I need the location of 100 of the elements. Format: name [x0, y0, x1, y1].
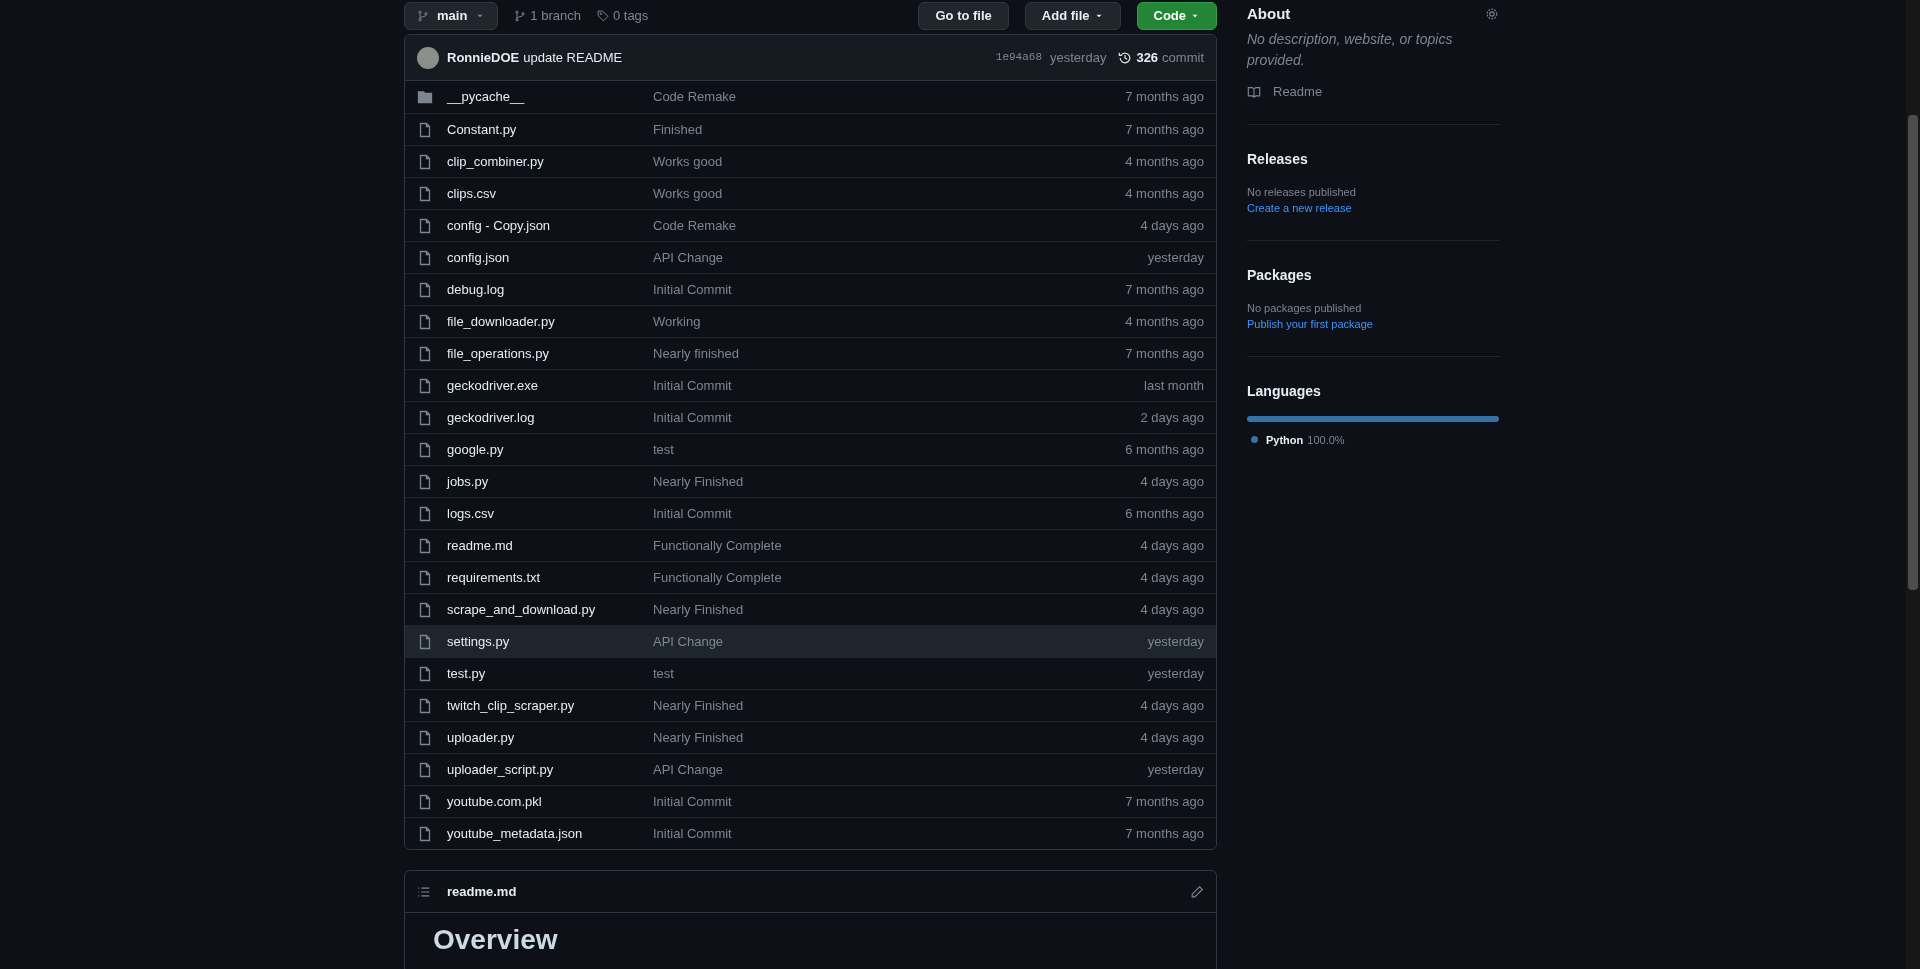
file-name-link[interactable]: geckodriver.log	[447, 409, 535, 425]
about-description: No description, website, or topics provided.	[1247, 30, 1454, 70]
file-name-link[interactable]: file_downloader.py	[447, 313, 555, 329]
file-name-link[interactable]: logs.csv	[447, 505, 494, 521]
code-button[interactable]: Code	[1136, 2, 1217, 30]
commit-time: 7 months ago	[1125, 824, 1204, 843]
commit-message-link[interactable]: Code Remake	[653, 217, 737, 233]
file-name-link[interactable]: debug.log	[447, 281, 505, 297]
readme-link[interactable]: Readme	[1247, 82, 1499, 102]
commit-time: yesterday	[1050, 48, 1107, 67]
commit-message-link[interactable]: Nearly Finished	[653, 729, 744, 745]
file-name-link[interactable]: settings.py	[447, 633, 510, 649]
commit-message-link[interactable]: Works good	[653, 153, 723, 169]
file-name-link[interactable]: uploader_script.py	[447, 761, 554, 777]
gear-icon	[1485, 7, 1499, 21]
file-name-link[interactable]: Constant.py	[447, 121, 517, 137]
commit-time: 4 months ago	[1125, 312, 1204, 331]
commit-message-link[interactable]: Initial Commit	[653, 825, 732, 841]
file-icon	[417, 313, 433, 330]
section-link[interactable]: Publish your first package	[1247, 315, 1499, 332]
commit-time: 7 months ago	[1125, 280, 1204, 299]
file-name-link[interactable]: uploader.py	[447, 729, 515, 745]
section-link[interactable]: Create a new release	[1247, 199, 1499, 216]
commit-message-link[interactable]: Initial Commit	[653, 281, 732, 297]
language-link[interactable]: Python 100.0%	[1266, 431, 1345, 448]
file-name-link[interactable]: test.py	[447, 665, 486, 681]
branch-button[interactable]: main	[404, 2, 499, 30]
go-to-file-button[interactable]: Go to file	[918, 2, 1009, 30]
commit-message-link[interactable]: Initial Commit	[653, 409, 732, 425]
commit-time: 4 months ago	[1125, 152, 1204, 171]
commit-message-link[interactable]: test	[653, 441, 674, 457]
commit-sha[interactable]: 1e94a68	[995, 49, 1043, 66]
section-note: No packages published	[1247, 300, 1363, 316]
commit-message-link[interactable]: API Change	[653, 633, 724, 649]
file-icon	[417, 601, 433, 618]
file-name-link[interactable]: requirements.txt	[447, 569, 541, 585]
file-name-link[interactable]: config.json	[447, 249, 510, 265]
file-name-link[interactable]: geckodriver.exe	[447, 377, 539, 393]
file-name-link[interactable]: readme.md	[447, 537, 513, 553]
pencil-icon	[1190, 884, 1204, 899]
commit-message-link[interactable]: Functionally Complete	[653, 569, 782, 585]
tag-icon	[596, 10, 609, 22]
commit-message-link[interactable]: Nearly finished	[653, 345, 739, 361]
commit-message[interactable]: update README	[523, 47, 623, 68]
file-icon	[417, 825, 433, 842]
commit-message-link[interactable]: API Change	[653, 761, 724, 777]
file-name-link[interactable]: __pycache__	[447, 89, 525, 105]
branches-link[interactable]: 1 branch	[514, 6, 581, 26]
commit-time: 4 days ago	[1140, 536, 1204, 555]
file-row[interactable]: settings.py API Change yesterday	[405, 625, 1216, 657]
commit-time: 6 months ago	[1125, 440, 1204, 459]
file-name-link[interactable]: jobs.py	[447, 473, 489, 489]
readme-filename: readme.md	[447, 882, 517, 901]
file-name-link[interactable]: google.py	[447, 441, 504, 457]
commit-message-link[interactable]: Functionally Complete	[653, 537, 782, 553]
file-icon	[417, 793, 433, 810]
commit-message-link[interactable]: Nearly Finished	[653, 473, 744, 489]
file-name-link[interactable]: config - Copy.json	[447, 217, 551, 233]
file-icon	[417, 249, 433, 266]
file-name-link[interactable]: scrape_and_download.py	[447, 601, 596, 617]
commit-time: 4 days ago	[1140, 696, 1204, 715]
file-icon	[417, 441, 433, 458]
file-name-link[interactable]: clip_combiner.py	[447, 153, 544, 169]
section-heading: Languages	[1247, 381, 1322, 401]
commit-message-link[interactable]: Code Remake	[653, 89, 737, 105]
commit-message-link[interactable]: Initial Commit	[653, 505, 732, 521]
tags-link[interactable]: 0 tags	[596, 6, 649, 26]
file-row[interactable]: youtube_metadata.json Initial Commit 7 months ago	[405, 817, 1216, 849]
file-name-link[interactable]: clips.csv	[447, 185, 497, 201]
commit-time: 4 days ago	[1140, 600, 1204, 619]
file-name-link[interactable]: file_operations.py	[447, 345, 549, 361]
commit-author-link[interactable]: RonnieDOE	[447, 47, 520, 68]
commits-link[interactable]: 326 commit	[1118, 47, 1204, 68]
folder-icon	[417, 89, 433, 105]
commit-message-link[interactable]: Finished	[653, 121, 703, 137]
commit-message-link[interactable]: API Change	[653, 249, 724, 265]
file-icon	[417, 377, 433, 394]
commit-time: 2 days ago	[1140, 408, 1204, 427]
commit-message-link[interactable]: Initial Commit	[653, 793, 732, 809]
edit-button[interactable]	[1190, 884, 1204, 899]
commit-message-link[interactable]: Nearly Finished	[653, 697, 744, 713]
file-icon	[417, 505, 433, 522]
commit-time: 7 months ago	[1125, 88, 1204, 107]
commit-message-link[interactable]: test	[653, 665, 674, 681]
commit-time: 7 months ago	[1125, 344, 1204, 363]
commit-message-link[interactable]: Works good	[653, 185, 723, 201]
commit-time: yesterday	[1147, 248, 1204, 267]
book-icon	[1247, 84, 1261, 99]
file-name-link[interactable]: youtube.com.pkl	[447, 793, 542, 809]
commit-message-link[interactable]: Initial Commit	[653, 377, 732, 393]
commit-message-link[interactable]: Nearly Finished	[653, 601, 744, 617]
file-icon	[417, 633, 433, 650]
file-icon	[417, 281, 433, 298]
file-name-link[interactable]: youtube_metadata.json	[447, 825, 583, 841]
file-name-link[interactable]: twitch_clip_scraper.py	[447, 697, 575, 713]
file-icon	[417, 729, 433, 746]
scrollbar-thumb[interactable]	[1908, 115, 1918, 590]
commit-message-link[interactable]: Working	[653, 313, 701, 329]
add-file-button[interactable]: Add file	[1024, 2, 1121, 30]
commit-time: 4 days ago	[1140, 216, 1204, 235]
